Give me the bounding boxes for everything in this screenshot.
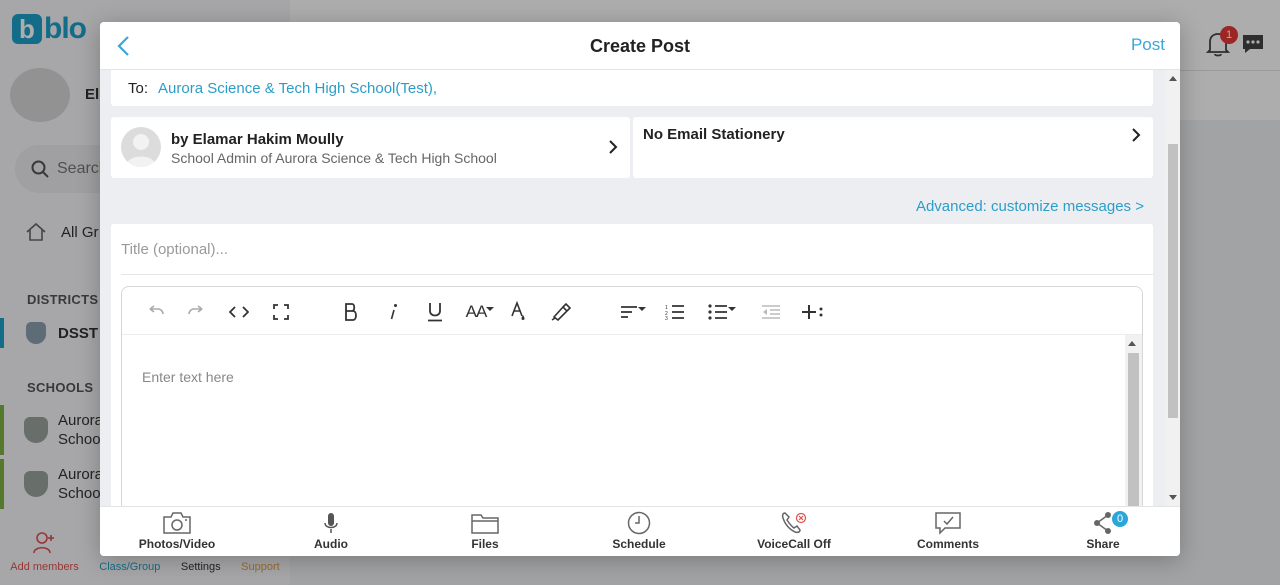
folder-icon — [471, 514, 499, 534]
undo-icon — [149, 305, 164, 315]
dialog-scrollbar[interactable] — [1166, 70, 1180, 506]
advanced-customize-link[interactable]: Advanced: customize messages > — [916, 198, 1144, 215]
caret-down-icon — [728, 307, 736, 311]
comment-icon — [935, 512, 961, 535]
audio-label: Audio — [314, 537, 348, 551]
fullscreen-icon — [273, 304, 289, 320]
scroll-up-arrow[interactable] — [1128, 341, 1136, 346]
caret-down-icon — [486, 307, 495, 311]
divider — [121, 274, 1153, 275]
italic-icon — [390, 304, 397, 320]
create-post-dialog: Create Post Post To: Aurora Science & Te… — [100, 22, 1180, 556]
recipient-link[interactable]: Aurora Science & Tech High School(Test), — [158, 80, 437, 97]
redo-icon — [188, 305, 203, 315]
highlight-button[interactable] — [548, 299, 574, 325]
font-size-icon: AA — [465, 302, 488, 321]
user-icon — [126, 134, 156, 167]
to-label: To: — [128, 79, 149, 97]
stationery-label: No Email Stationery — [643, 126, 785, 143]
ordered-list-button[interactable]: 123 — [662, 299, 688, 325]
files-label: Files — [471, 537, 499, 551]
comments-toggle[interactable]: Comments — [893, 511, 1003, 551]
author-selector[interactable]: by Elamar Hakim Moully School Admin of A… — [111, 117, 630, 178]
svg-text:3: 3 — [665, 316, 668, 320]
undo-button[interactable] — [142, 299, 168, 325]
chevron-right-icon — [1132, 128, 1141, 142]
attachment-bar: Photos/Video Audio Files Schedule VoiceC… — [100, 506, 1180, 556]
microphone-icon — [324, 513, 338, 533]
author-role: School Admin of Aurora Science & Tech Hi… — [171, 150, 497, 166]
italic-button[interactable] — [380, 299, 406, 325]
post-button[interactable]: Post — [1131, 35, 1165, 55]
photos-video-button[interactable]: Photos/Video — [122, 511, 232, 551]
align-button[interactable] — [616, 299, 650, 325]
editor-scrollbar-thumb[interactable] — [1128, 353, 1139, 506]
highlighter-icon — [551, 303, 571, 321]
camera-icon — [163, 512, 191, 534]
redo-button[interactable] — [184, 299, 210, 325]
scroll-down-arrow[interactable] — [1169, 495, 1177, 500]
fullscreen-button[interactable] — [268, 299, 294, 325]
dialog-scrollbar-thumb[interactable] — [1168, 144, 1178, 418]
code-view-button[interactable] — [226, 299, 252, 325]
audio-button[interactable]: Audio — [276, 511, 386, 551]
outdent-icon — [762, 305, 780, 319]
rich-text-editor: AA 123 Enter text here — [121, 286, 1143, 506]
share-count-badge: 0 — [1112, 511, 1128, 527]
chevron-right-icon — [609, 140, 618, 154]
scroll-up-arrow[interactable] — [1169, 76, 1177, 81]
share-label: Share — [1086, 537, 1120, 551]
files-button[interactable]: Files — [430, 511, 540, 551]
dialog-body: To: Aurora Science & Tech High School(Te… — [100, 70, 1166, 506]
voicecall-label: VoiceCall Off — [757, 537, 831, 551]
bullet-list-icon — [708, 304, 727, 320]
voicecall-toggle[interactable]: VoiceCall Off — [739, 511, 849, 551]
outdent-button[interactable] — [758, 299, 784, 325]
insert-plus-icon — [802, 305, 823, 319]
phone-off-icon — [781, 512, 807, 534]
ordered-list-icon: 123 — [665, 305, 684, 320]
stationery-selector[interactable]: No Email Stationery — [633, 117, 1153, 178]
clock-icon — [627, 511, 651, 535]
comments-label: Comments — [916, 537, 979, 551]
photos-video-label: Photos/Video — [138, 537, 216, 551]
insert-more-button[interactable] — [800, 299, 826, 325]
text-color-icon — [511, 301, 525, 320]
underline-button[interactable] — [422, 299, 448, 325]
bold-icon — [345, 303, 357, 321]
schedule-label: Schedule — [612, 537, 666, 551]
author-name: by Elamar Hakim Moully — [171, 131, 344, 148]
message-body-editor[interactable]: Enter text here — [122, 335, 1127, 506]
share-button[interactable]: Share 0 — [1048, 511, 1158, 551]
font-size-button[interactable]: AA — [462, 299, 498, 325]
editor-toolbar: AA 123 — [122, 287, 1142, 335]
dialog-header: Create Post Post — [100, 22, 1180, 70]
unordered-list-button[interactable] — [704, 299, 740, 325]
editor-scrollbar[interactable] — [1125, 335, 1142, 506]
underline-icon — [428, 303, 442, 322]
recipients-field[interactable]: To: Aurora Science & Tech High School(Te… — [111, 70, 1153, 106]
dialog-title: Create Post — [589, 36, 691, 56]
align-left-icon — [621, 306, 637, 318]
title-input[interactable] — [121, 234, 1143, 264]
code-icon — [229, 306, 249, 318]
schedule-button[interactable]: Schedule — [584, 511, 694, 551]
caret-down-icon — [638, 307, 646, 311]
text-color-button[interactable] — [506, 299, 532, 325]
bold-button[interactable] — [338, 299, 364, 325]
post-editor: AA 123 — [111, 224, 1153, 506]
author-avatar — [121, 127, 161, 167]
